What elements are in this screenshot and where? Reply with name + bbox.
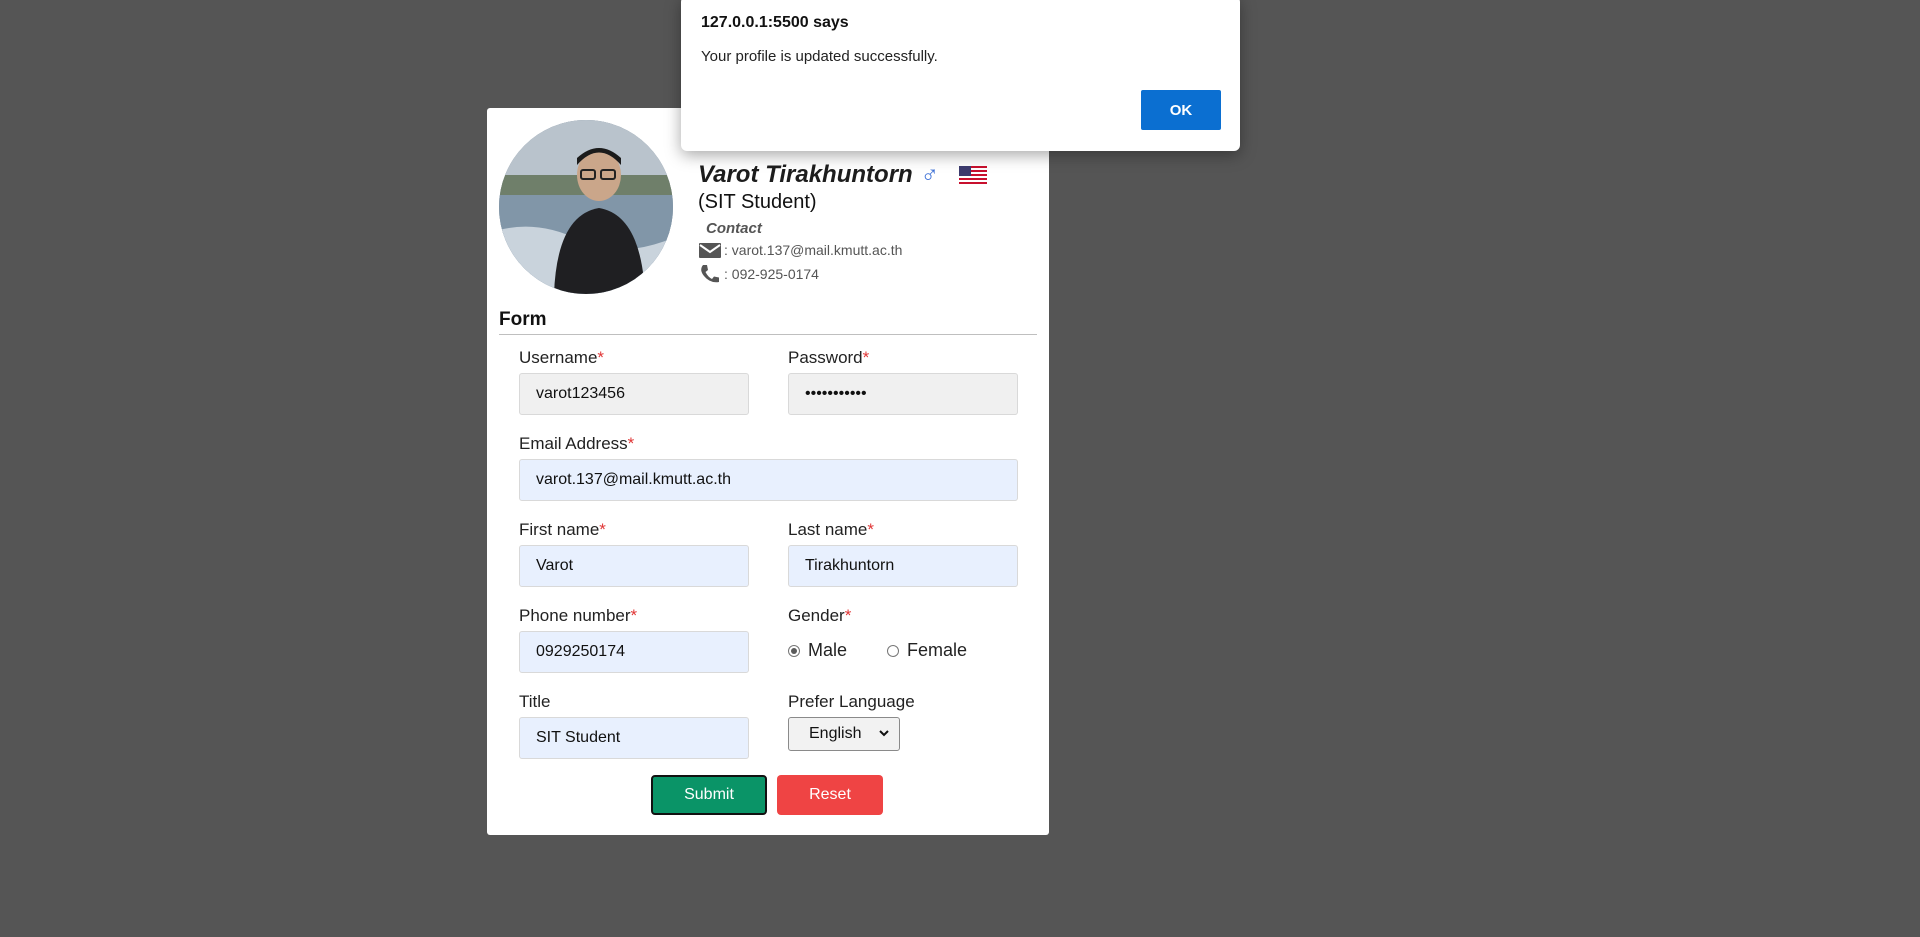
gender-radio-male[interactable]: Male [788,640,847,661]
phone-icon [698,264,722,284]
dialog-message: Your profile is updated successfully. [701,48,938,65]
required-mark: * [627,434,635,453]
gender-label-text: Gender [788,606,845,625]
profile-info: Varot Tirakhuntorn ♂ (SIT Student) Conta… [698,160,1038,285]
contact-email-text: : varot.137@mail.kmutt.ac.th [724,242,903,258]
phone-input[interactable] [519,631,749,673]
username-input[interactable] [519,373,749,415]
radio-button[interactable] [887,644,899,657]
password-label-text: Password [788,348,863,367]
first-name-label-text: First name [519,520,600,539]
male-gender-icon: ♂ [920,161,939,188]
profile-avatar [499,120,673,294]
required-mark: * [867,520,875,539]
first-name-input[interactable] [519,545,749,587]
chevron-down-icon [878,726,890,738]
email-label: Email Address* [519,434,634,454]
password-input[interactable] [788,373,1018,415]
password-label: Password* [788,348,869,368]
language-label-text: Prefer Language [788,692,915,711]
first-name-label: First name* [519,520,606,540]
required-mark: * [599,520,606,539]
reset-button[interactable]: Reset [777,775,883,815]
form-title: Form [499,309,547,330]
last-name-label-text: Last name [788,520,868,539]
required-mark: * [844,606,852,625]
phone-label: Phone number* [519,606,637,626]
title-label-text: Title [519,692,551,711]
language-label: Prefer Language [788,692,915,712]
language-select[interactable]: English [788,717,900,751]
gender-option-female: Female [907,640,968,660]
username-label: Username* [519,348,604,368]
required-mark: * [630,606,638,625]
contact-heading: Contact [706,220,762,237]
profile-subtitle: (SIT Student) [698,191,817,213]
form-divider [499,334,1037,335]
gender-radio-female[interactable]: Female [887,640,967,661]
contact-phone: : 092-925-0174 [698,263,1038,285]
last-name-input[interactable] [788,545,1018,587]
us-flag-icon [958,166,987,184]
language-selected: English [809,725,862,742]
username-label-text: Username [519,348,598,367]
profile-name-row: Varot Tirakhuntorn ♂ [698,160,1038,190]
title-label: Title [519,692,551,712]
alert-dialog: 127.0.0.1:5500 says Your profile is upda… [681,0,1240,151]
profile-card: Varot Tirakhuntorn ♂ (SIT Student) Conta… [487,108,1049,835]
required-mark: * [597,348,605,367]
email-label-text: Email Address [519,434,628,453]
profile-name: Varot Tirakhuntorn [698,161,913,188]
gender-option-male: Male [808,640,848,660]
contact-phone-text: : 092-925-0174 [724,266,819,282]
contact-email: : varot.137@mail.kmutt.ac.th [698,239,1038,261]
radio-button-checked[interactable] [788,644,800,657]
dialog-title: 127.0.0.1:5500 says [701,14,849,31]
gender-label: Gender* [788,606,851,626]
email-input[interactable] [519,459,1018,501]
required-mark: * [862,348,870,367]
mail-icon [698,240,722,260]
title-input[interactable] [519,717,749,759]
last-name-label: Last name* [788,520,874,540]
submit-button[interactable]: Submit [651,775,767,815]
phone-label-text: Phone number [519,606,631,625]
dialog-ok-button[interactable]: OK [1141,90,1221,130]
